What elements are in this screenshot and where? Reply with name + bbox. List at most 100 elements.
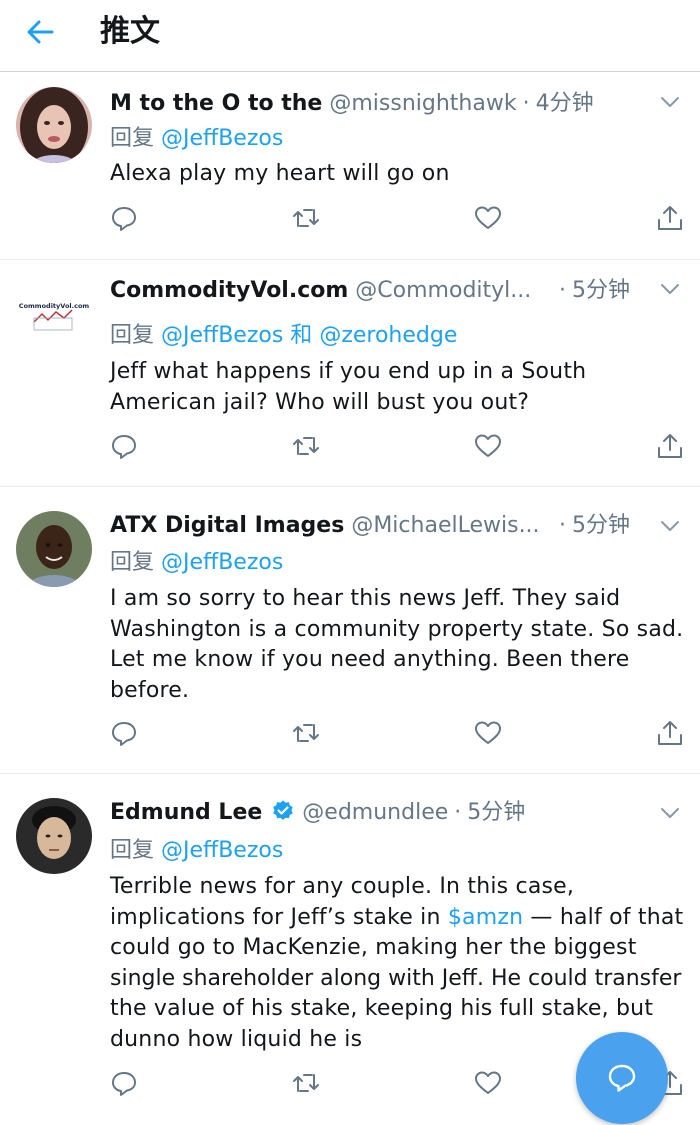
reply-context: 回复 @JeffBezos 和 @zerohedge — [110, 321, 457, 351]
share-icon — [658, 721, 682, 745]
timestamp[interactable]: 5分钟 — [467, 800, 525, 825]
tweet-text-line: implications for Jeff’s stake in $amzn —… — [110, 903, 690, 934]
separator-dot: · — [559, 278, 566, 303]
avatar[interactable]: CommodityVol.com — [16, 274, 92, 350]
timestamp-group: · 5分钟 — [553, 276, 630, 306]
tweet-text-line: the value of his stake, keeping his full… — [110, 996, 654, 1021]
avatar-photo — [16, 87, 92, 163]
avatar[interactable] — [16, 87, 92, 163]
reply-icon — [112, 1072, 136, 1096]
reply-prefix: 回复 — [110, 323, 155, 348]
tweet-text: Jeff what happens if you end up in a Sou… — [110, 357, 685, 418]
timestamp[interactable]: 4分钟 — [536, 91, 594, 116]
tweet-text-line: Terrible news for any couple. In this ca… — [110, 874, 575, 899]
page-title: 推文 — [100, 14, 160, 49]
retweet-button[interactable] — [292, 432, 324, 464]
retweet-icon — [293, 724, 319, 742]
share-icon — [658, 206, 682, 230]
like-button[interactable] — [474, 719, 506, 751]
tweet[interactable]: ATX Digital Images @MichaelLewis... · 5分钟… — [0, 487, 700, 774]
like-button[interactable] — [474, 204, 506, 236]
retweet-button[interactable] — [292, 719, 324, 751]
reply-prefix: 回复 — [110, 126, 155, 151]
tweet-text-line: Jeff what happens if you end up in a Sou… — [110, 359, 587, 384]
separator-dot: · — [522, 91, 530, 116]
tweet-text-line: American jail? Who will bust you out? — [110, 389, 530, 415]
separator-dot: · — [454, 800, 462, 825]
tweet-header: CommodityVol.com @Commodityl... — [110, 276, 540, 306]
user-handle[interactable]: @missnighthawk — [329, 91, 516, 116]
retweet-button[interactable] — [292, 204, 324, 236]
display-name[interactable]: M to the O to the — [110, 91, 322, 116]
mention-link[interactable]: @JeffBezos — [161, 126, 283, 151]
tweet-header: Edmund Lee @edmundlee · 5分钟 — [110, 798, 630, 828]
verified-badge-icon — [273, 800, 293, 820]
avatar[interactable] — [16, 798, 92, 874]
like-icon — [475, 721, 501, 744]
reply-button[interactable] — [110, 204, 142, 236]
reply-icon — [112, 435, 136, 459]
mention-link[interactable]: @JeffBezos — [161, 838, 283, 863]
tweet-text-line: before. — [110, 677, 190, 703]
tweet[interactable]: M to the O to the @missnighthawk · 4分钟 回复 … — [0, 73, 700, 260]
reply-icon — [112, 722, 136, 746]
like-icon — [475, 1071, 501, 1094]
retweet-button[interactable] — [292, 1069, 324, 1101]
reply-context: 回复 @JeffBezos — [110, 548, 283, 578]
retweet-icon — [293, 1074, 319, 1092]
display-name[interactable]: CommodityVol.com — [110, 278, 348, 303]
timestamp[interactable]: 5分钟 — [572, 278, 630, 303]
tweet-text-line: I am so sorry to hear this news Jeff. Th… — [110, 586, 621, 611]
timestamp[interactable]: 5分钟 — [572, 513, 630, 538]
cashtag-link[interactable]: $amzn — [448, 905, 523, 930]
chevron-down-icon[interactable] — [660, 95, 680, 109]
display-name[interactable]: ATX Digital Images — [110, 513, 344, 538]
tweet-actions — [110, 204, 690, 236]
tweet[interactable]: CommodityVol.com CommodityVol.com @Commo… — [0, 260, 700, 487]
mention-link[interactable]: @JeffBezos — [161, 323, 283, 348]
chevron-down-icon[interactable] — [660, 806, 680, 820]
tweet-text-line: could go to MacKenzie, making her the bi… — [110, 935, 637, 960]
mention-link[interactable]: @zerohedge — [319, 323, 457, 348]
reply-button[interactable] — [110, 719, 142, 751]
top-bar: 推文 — [0, 0, 700, 72]
reply-icon — [112, 207, 136, 231]
tweet-actions — [110, 432, 690, 464]
display-name[interactable]: Edmund Lee — [110, 800, 262, 825]
chevron-down-icon[interactable] — [660, 519, 680, 533]
reply-prefix: 回复 — [110, 838, 155, 863]
avatar[interactable] — [16, 511, 92, 587]
avatar-logo-text: CommodityVol.com — [19, 302, 90, 310]
tweet-header: M to the O to the @missnighthawk · 4分钟 — [110, 89, 630, 119]
reply-button[interactable] — [110, 1069, 142, 1101]
compose-reply-button[interactable] — [576, 1032, 668, 1124]
tweet-text-segment: — half of that — [523, 904, 684, 930]
separator-dot: · — [559, 513, 566, 538]
tweet-text: Terrible news for any couple. In this ca… — [110, 872, 690, 1055]
avatar-photo — [16, 798, 92, 874]
avatar-photo — [16, 511, 92, 587]
share-button[interactable] — [656, 204, 688, 236]
user-handle[interactable]: @Commodityl... — [355, 278, 531, 303]
compose-reply-icon — [608, 1064, 636, 1092]
like-icon — [475, 206, 501, 229]
share-button[interactable] — [656, 719, 688, 751]
like-button[interactable] — [474, 1069, 506, 1101]
back-button[interactable] — [22, 14, 58, 50]
retweet-icon — [293, 209, 319, 227]
like-button[interactable] — [474, 432, 506, 464]
reply-button[interactable] — [110, 432, 142, 464]
reply-context: 回复 @JeffBezos — [110, 124, 283, 154]
mention-link[interactable]: @JeffBezos — [161, 550, 283, 575]
like-icon — [475, 434, 501, 457]
tweet-text: Alexa play my heart will go on — [110, 159, 685, 190]
retweet-icon — [293, 437, 319, 455]
tweet-text-line: single shareholder along with Jeff. He c… — [110, 965, 682, 991]
user-handle[interactable]: @edmundlee — [302, 800, 448, 825]
chevron-down-icon[interactable] — [660, 282, 680, 296]
tweet-text: I am so sorry to hear this news Jeff. Th… — [110, 584, 685, 706]
share-button[interactable] — [656, 432, 688, 464]
reply-conjunction: 和 — [290, 323, 313, 348]
tweet-header: ATX Digital Images @MichaelLewis... — [110, 511, 540, 541]
user-handle[interactable]: @MichaelLewis... — [351, 513, 539, 538]
